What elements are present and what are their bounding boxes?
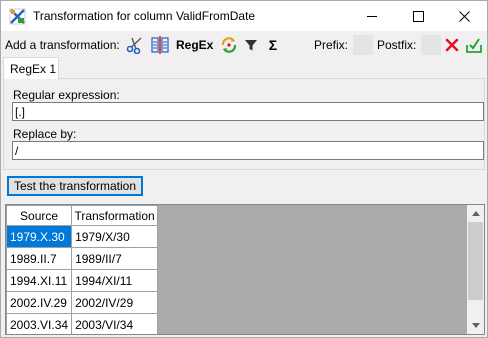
scrollbar-thumb[interactable]: [468, 222, 483, 300]
cell-transformation[interactable]: 1989/II/7: [71, 247, 159, 270]
filter-transformation-button[interactable]: [241, 35, 261, 55]
sigma-icon: Σ: [268, 37, 278, 53]
convert-transformation-button[interactable]: [219, 35, 239, 55]
apply-icon: [466, 38, 482, 53]
close-button[interactable]: [441, 1, 487, 31]
table-row[interactable]: 1979.X.30 1979/X/30: [6, 225, 159, 248]
postfix-label: Postfix:: [377, 38, 417, 52]
tab-label: RegEx 1: [10, 62, 57, 76]
replace-label: Replace by:: [13, 127, 77, 141]
vertical-scrollbar[interactable]: [467, 205, 484, 334]
table-row[interactable]: 1994.XI.11 1994/XI/11: [6, 269, 159, 292]
delete-icon: [445, 38, 459, 52]
app-icon: [9, 8, 26, 25]
window-title: Transformation for column ValidFromDate: [33, 9, 256, 23]
preview-table: Source Transformation 1979.X.30 1979/X/30…: [6, 205, 159, 334]
column-header-source[interactable]: Source: [6, 205, 73, 226]
prefix-label: Prefix:: [314, 38, 349, 52]
toolbar: Add a transformation: RegEx Σ Prefix: Po…: [1, 32, 487, 58]
test-transformation-button[interactable]: Test the transformation: [7, 176, 143, 196]
regex-button[interactable]: RegEx: [176, 38, 213, 52]
add-transformation-label: Add a transformation:: [5, 38, 120, 52]
preview-grid: Source Transformation 1979.X.30 1979/X/30…: [5, 204, 485, 335]
regex-label: Regular expression:: [13, 88, 120, 102]
scroll-down-button[interactable]: [467, 317, 484, 334]
delete-transformation-button[interactable]: [442, 35, 462, 55]
minimize-button[interactable]: [349, 1, 395, 31]
chevron-down-icon: [471, 323, 480, 328]
convert-icon: [221, 37, 237, 53]
regex-tab-panel: Regular expression: Replace by:: [3, 78, 485, 170]
cell-transformation[interactable]: 1994/XI/11: [71, 269, 159, 292]
regex-input[interactable]: [12, 102, 484, 121]
maximize-button[interactable]: [395, 1, 441, 31]
close-icon: [458, 10, 470, 22]
split-transformation-button[interactable]: [150, 35, 170, 55]
cell-transformation[interactable]: 2002/IV/29: [71, 291, 159, 314]
title-bar[interactable]: Transformation for column ValidFromDate: [1, 1, 487, 31]
cell-source[interactable]: 2002.IV.29: [6, 291, 73, 314]
minimize-icon: [366, 15, 377, 17]
aggregate-transformation-button[interactable]: Σ: [263, 35, 283, 55]
replace-input[interactable]: [12, 141, 484, 160]
cell-source[interactable]: 1989.II.7: [6, 247, 73, 270]
apply-transformation-button[interactable]: [464, 35, 484, 55]
table-row[interactable]: 2003.VI.34 2003/VI/34: [6, 313, 159, 334]
maximize-icon: [412, 10, 424, 22]
scroll-up-button[interactable]: [467, 205, 484, 222]
cut-transformation-button[interactable]: [125, 35, 145, 55]
table-row[interactable]: 1989.II.7 1989/II/7: [6, 247, 159, 270]
chevron-up-icon: [471, 211, 480, 216]
table-row[interactable]: 2002.IV.29 2002/IV/29: [6, 291, 159, 314]
cell-source[interactable]: 2003.VI.34: [6, 313, 73, 334]
split-columns-icon: [151, 36, 169, 54]
scissors-icon: [126, 37, 142, 54]
tab-regex-1[interactable]: RegEx 1: [3, 57, 59, 79]
prefix-button[interactable]: [353, 35, 373, 55]
cell-transformation[interactable]: 1979/X/30: [71, 225, 159, 248]
cell-source[interactable]: 1979.X.30: [6, 225, 73, 248]
cell-transformation[interactable]: 2003/VI/34: [71, 313, 159, 334]
postfix-button[interactable]: [421, 35, 441, 55]
table-header-row: Source Transformation: [6, 205, 159, 226]
cell-source[interactable]: 1994.XI.11: [6, 269, 73, 292]
filter-icon: [245, 40, 257, 51]
transformation-window: Transformation for column ValidFromDate …: [0, 0, 488, 338]
column-header-transformation[interactable]: Transformation: [71, 205, 159, 226]
